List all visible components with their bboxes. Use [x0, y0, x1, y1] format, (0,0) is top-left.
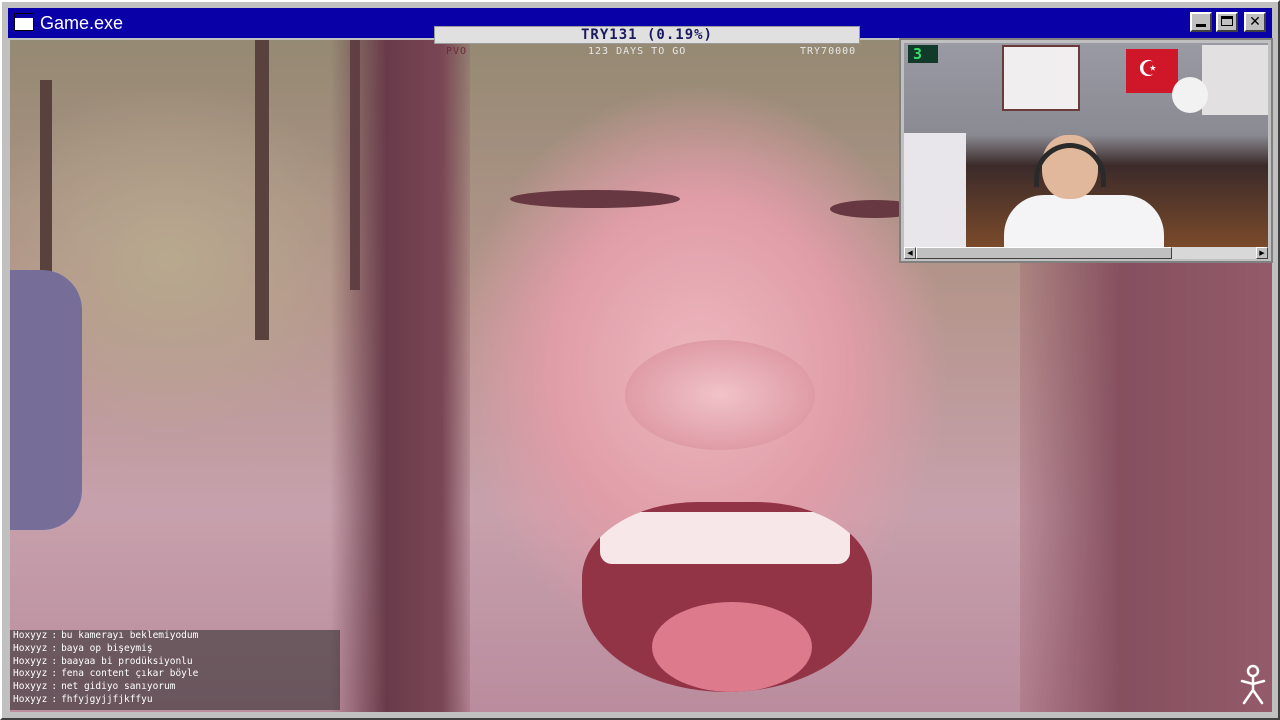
maximize-button[interactable]	[1216, 12, 1238, 32]
maximize-icon	[1221, 16, 1233, 26]
chat-user: Hoxyyz	[13, 668, 48, 680]
scroll-thumb[interactable]	[916, 247, 1172, 259]
window-title: Game.exe	[40, 13, 124, 33]
cam-bed-shape	[904, 133, 966, 247]
cam-flag-shape: ☪	[1126, 49, 1178, 93]
chat-text: fena content çıkar böyle	[61, 668, 199, 680]
chat-text: fhfyjgyjjfjkffyu	[61, 693, 153, 705]
scroll-left-button[interactable]: ◀	[904, 247, 916, 259]
hud-days-left: 123 DAYS TO GO	[588, 46, 687, 57]
minimize-button[interactable]	[1190, 12, 1212, 32]
chat-text: bu kamerayı beklemiyodum	[61, 630, 199, 641]
webcam-view: ☪ 3	[904, 43, 1268, 247]
shirt-shape	[1004, 195, 1164, 247]
hud-left-value: PVO	[446, 46, 468, 57]
scroll-right-button[interactable]: ▶	[1256, 247, 1268, 259]
chat-user: Hoxyyz	[13, 630, 48, 641]
chat-message: Hoxyyz: net gidiyo sanıyorum	[10, 681, 340, 694]
chat-message: Hoxyyz: fhfyjgyjjfjkffyu	[10, 694, 340, 707]
chat-user: Hoxyyz	[13, 642, 48, 654]
cam-art-shape	[1202, 45, 1268, 115]
chat-separator: :	[51, 668, 58, 680]
chat-separator: :	[51, 655, 58, 667]
chat-message: Hoxyyz: fena content çıkar böyle	[10, 668, 340, 681]
webcam-window[interactable]: ☪ 3 ◀ ▶	[899, 38, 1273, 263]
chat-user: Hoxyyz	[13, 655, 48, 667]
streamer-shape	[1004, 135, 1164, 247]
webcam-badge: 3	[908, 45, 938, 63]
minimize-icon	[1196, 24, 1206, 27]
game-window: Game.exe ✕ TRY131 (0.19%) PVO 123 DAYS T…	[0, 0, 1280, 720]
hud-progress-bar: TRY131 (0.19%)	[434, 26, 860, 44]
microphone-icon	[1172, 77, 1208, 113]
chat-message: Hoxyyz: bu kamerayı beklemiyodum	[10, 630, 340, 643]
chat-overlay: Hoxyyz: bu kamerayı beklemiyodum Hoxyyz: b…	[10, 630, 340, 710]
cam-poster-shape	[1002, 45, 1080, 111]
chat-text: net gidiyo sanıyorum	[61, 681, 176, 693]
person-run-icon[interactable]	[1238, 664, 1268, 706]
chat-separator: :	[51, 693, 58, 705]
chat-user: Hoxyyz	[13, 681, 48, 693]
chat-message: Hoxyyz: baya op bişeymiş	[10, 643, 340, 656]
chat-text: baayaa bi prodüksiyonlu	[61, 655, 193, 667]
chat-separator: :	[51, 630, 58, 641]
close-button[interactable]: ✕	[1244, 12, 1266, 32]
close-icon: ✕	[1249, 14, 1261, 30]
person-run-icon-graphic	[1240, 664, 1266, 705]
webcam-scrollbar[interactable]: ◀ ▶	[904, 247, 1268, 259]
chat-user: Hoxyyz	[13, 693, 48, 705]
chat-message: Hoxyyz: baayaa bi prodüksiyonlu	[10, 656, 340, 669]
window-icon	[14, 13, 34, 31]
chat-separator: :	[51, 642, 58, 654]
chat-separator: :	[51, 681, 58, 693]
flag-crescent-icon: ☪	[1138, 57, 1158, 82]
chat-text: baya op bişeymiş	[61, 642, 153, 654]
hud-goal-value: TRY70000	[800, 46, 857, 57]
